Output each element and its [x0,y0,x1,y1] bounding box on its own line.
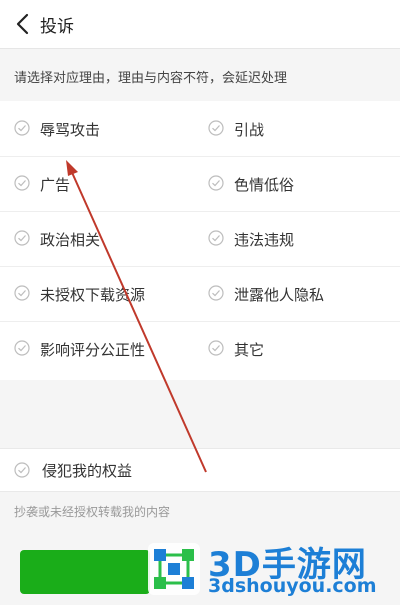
reason-option[interactable]: 色情低俗 [208,156,388,211]
reason-row: 广告 色情低俗 [0,156,400,212]
watermark-logo-icon [148,543,200,595]
self-rights-hint: 抄袭或未经授权转载我的内容 [14,505,171,519]
watermark: 3D手游网 3dshouyou.com [140,535,400,605]
reason-label: 其它 [234,341,265,359]
top-bar: 投诉 [0,0,400,49]
reason-row: 未授权下载资源 泄露他人隐私 [0,266,400,322]
check-circle-icon [208,230,224,246]
reason-label: 广告 [40,176,71,194]
back-arrow-icon[interactable] [14,13,34,35]
self-rights-option[interactable]: 侵犯我的权益 [0,448,400,492]
reason-grid: 辱骂攻击 引战 广告 色情低俗 政治相关 违法违规 未授权下载资源 泄露他人隐私… [0,101,400,380]
reason-label: 色情低俗 [234,176,295,194]
check-circle-icon [208,340,224,356]
check-circle-icon [14,285,30,301]
reason-option[interactable]: 辱骂攻击 [14,101,194,156]
reason-row: 政治相关 违法违规 [0,211,400,267]
reason-option[interactable]: 政治相关 [14,211,194,266]
check-circle-icon [208,285,224,301]
page-title: 投诉 [40,17,74,37]
reason-option[interactable]: 未授权下载资源 [14,266,194,321]
reason-option[interactable]: 广告 [14,156,194,211]
reason-label: 影响评分公正性 [40,341,146,359]
check-circle-icon [14,175,30,191]
check-circle-icon [14,230,30,246]
reason-option[interactable]: 其它 [208,321,388,376]
notice-banner: 请选择对应理由，理由与内容不符，会延迟处理 [0,49,400,101]
check-circle-icon [14,340,30,356]
reason-label: 政治相关 [40,231,101,249]
self-rights-label: 侵犯我的权益 [42,462,133,480]
watermark-url: 3dshouyou.com [208,575,377,597]
reason-label: 违法违规 [234,231,295,249]
reason-label: 引战 [234,121,265,139]
notice-text: 请选择对应理由，理由与内容不符，会延迟处理 [14,71,288,86]
check-circle-icon [14,462,30,478]
check-circle-icon [14,120,30,136]
reason-row: 影响评分公正性 其它 [0,321,400,376]
reason-option[interactable]: 引战 [208,101,388,156]
reason-label: 泄露他人隐私 [234,286,325,304]
check-circle-icon [208,120,224,136]
reason-option[interactable]: 违法违规 [208,211,388,266]
section-gap [0,380,400,448]
reason-option[interactable]: 影响评分公正性 [14,321,194,376]
reason-option[interactable]: 泄露他人隐私 [208,266,388,321]
reason-label: 辱骂攻击 [40,121,101,139]
reason-label: 未授权下载资源 [40,286,146,304]
check-circle-icon [208,175,224,191]
reason-row: 辱骂攻击 引战 [0,101,400,157]
submit-button[interactable] [20,550,150,594]
